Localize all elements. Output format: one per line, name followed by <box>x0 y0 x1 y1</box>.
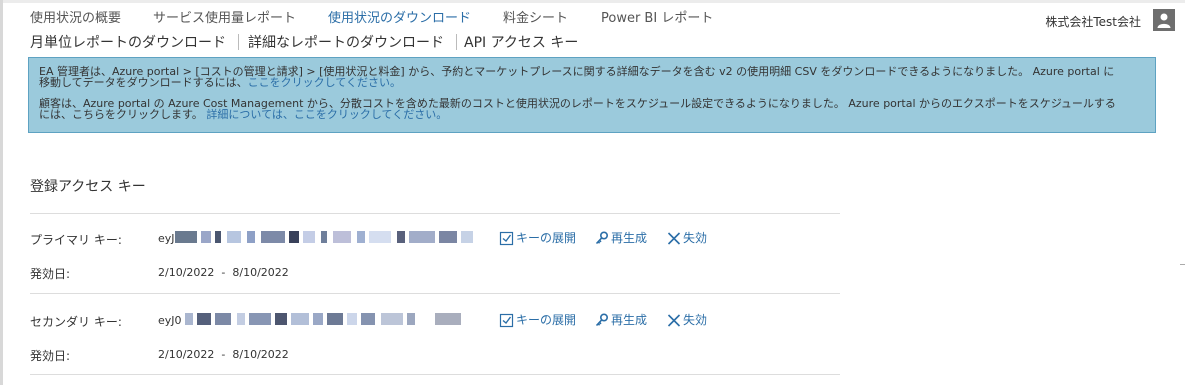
banner-paragraph-2: 顧客は、Azure portal の Azure Cost Management… <box>39 98 1147 120</box>
expand-key-label: キーの展開 <box>516 313 577 327</box>
subnav-separator <box>238 34 239 50</box>
date-separator: - <box>221 266 226 279</box>
expand-key-label: キーの展開 <box>516 231 577 245</box>
regenerate-label: 再生成 <box>611 313 648 327</box>
banner-text: 移動してデータをダウンロードするには、 <box>39 76 248 89</box>
secondary-key-value: eyJ0 <box>158 314 182 327</box>
window-top-border <box>0 0 1185 3</box>
divider <box>30 374 840 375</box>
divider <box>30 293 840 294</box>
banner-details-link[interactable]: 詳細については、ここをクリックしてください。 <box>206 108 447 121</box>
revoke-label: 失効 <box>683 313 708 327</box>
start-date: 2/10/2022 <box>158 266 215 279</box>
primary-date-label: 発効日: <box>30 267 71 281</box>
primary-date-range: 2/10/2022 - 8/10/2022 <box>158 266 289 279</box>
user-avatar-icon[interactable] <box>1153 9 1175 31</box>
info-banner: EA 管理者は、Azure portal > [コストの管理と請求] > [使用… <box>28 57 1156 133</box>
tab-power-bi-report[interactable]: Power BI レポート <box>601 7 713 26</box>
key-icon <box>595 313 609 327</box>
primary-key-value: eyJ <box>158 232 175 245</box>
window-left-border <box>0 0 3 385</box>
tab-usage-download[interactable]: 使用状況のダウンロード <box>328 7 471 26</box>
banner-text: には、 <box>39 108 72 121</box>
divider <box>30 213 840 214</box>
scroll-marker <box>1180 264 1185 265</box>
banner-text: こちらをクリックします。 <box>72 108 203 121</box>
checkbox-expand-icon <box>499 231 514 246</box>
tab-usage-summary[interactable]: 使用状況の概要 <box>30 7 121 26</box>
account-area[interactable]: 株式会社Test会社 <box>1015 9 1175 31</box>
primary-key-label: プライマリ キー: <box>30 233 122 247</box>
access-keys-title: 登録アクセス キー <box>30 179 146 195</box>
end-date: 8/10/2022 <box>232 348 289 361</box>
close-x-icon <box>667 314 681 327</box>
account-name[interactable]: 株式会社Test会社 <box>1045 13 1141 30</box>
key-icon <box>595 231 609 245</box>
close-x-icon <box>667 232 681 245</box>
secondary-date-label: 発効日: <box>30 349 71 363</box>
primary-key-masked <box>175 231 487 243</box>
start-date: 2/10/2022 <box>158 348 215 361</box>
subnav-api-access-key[interactable]: API アクセス キー <box>464 32 578 52</box>
secondary-date-range: 2/10/2022 - 8/10/2022 <box>158 348 289 361</box>
secondary-key-label: セカンダリ キー: <box>30 315 122 329</box>
tab-service-usage-report[interactable]: サービス使用量レポート <box>153 7 296 26</box>
banner-download-link[interactable]: ここをクリックしてください。 <box>248 76 401 89</box>
subnav-separator <box>456 34 457 50</box>
banner-paragraph-1: EA 管理者は、Azure portal > [コストの管理と請求] > [使用… <box>39 66 1147 88</box>
regenerate-label: 再生成 <box>611 231 648 245</box>
date-separator: - <box>221 348 226 361</box>
revoke-label: 失効 <box>683 231 708 245</box>
tab-price-sheet[interactable]: 料金シート <box>503 7 568 26</box>
secondary-key-masked <box>185 313 465 325</box>
checkbox-expand-icon <box>499 313 514 328</box>
subnav-monthly-report-download[interactable]: 月単位レポートのダウンロード <box>30 32 226 52</box>
subnav-detailed-report-download[interactable]: 詳細なレポートのダウンロード <box>248 32 444 52</box>
end-date: 8/10/2022 <box>232 266 289 279</box>
